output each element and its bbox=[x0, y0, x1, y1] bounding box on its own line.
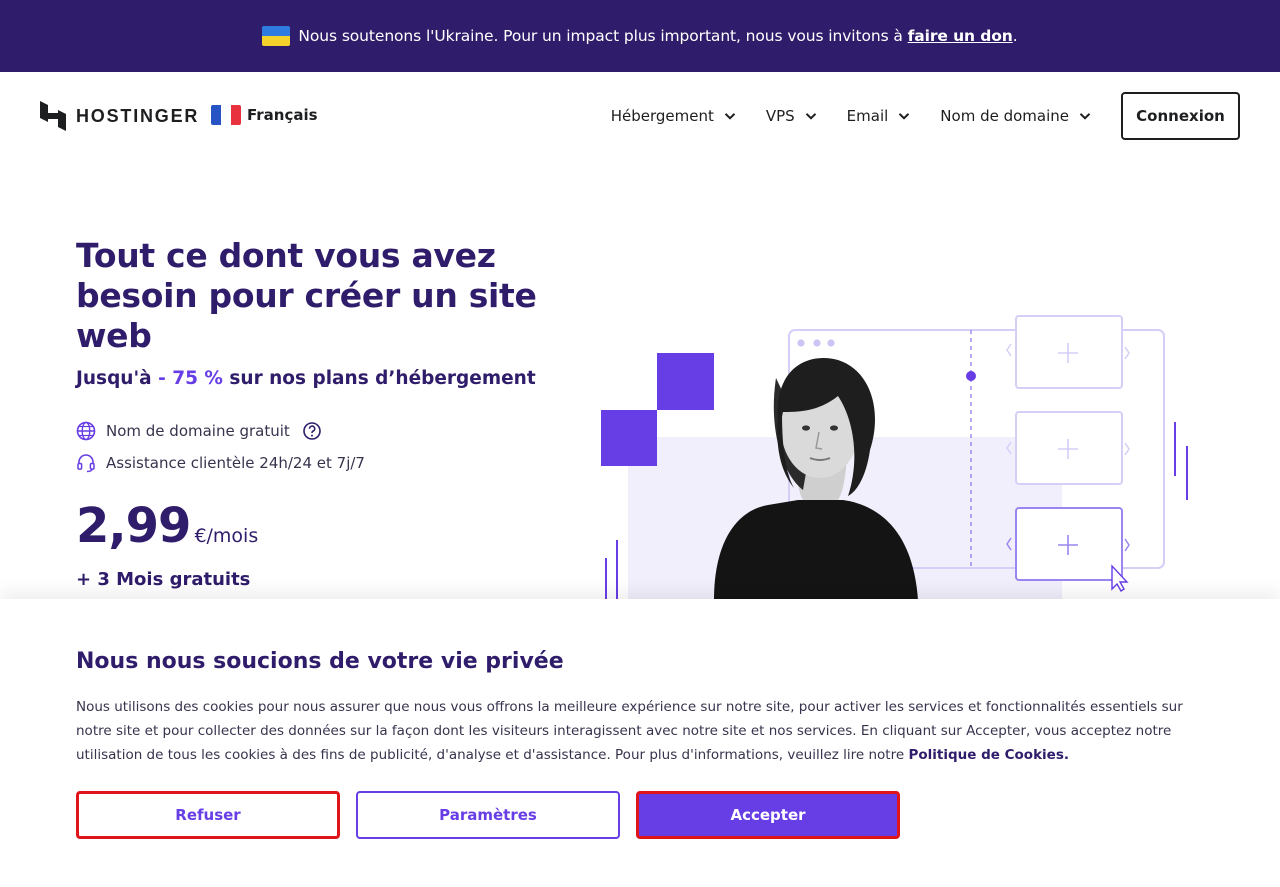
france-flag-icon bbox=[211, 105, 241, 125]
ukraine-flag-icon bbox=[262, 26, 291, 46]
site-header: HOSTINGER Français Hébergement VPS Email… bbox=[0, 72, 1280, 160]
price-amount: 2,99 bbox=[76, 498, 191, 554]
purple-square bbox=[657, 353, 714, 410]
subtitle-prefix: Jusqu'à bbox=[76, 368, 152, 389]
nav-vps-label: VPS bbox=[765, 107, 795, 125]
discount-text: - 75 % bbox=[158, 368, 223, 389]
help-circle-icon[interactable] bbox=[302, 421, 322, 441]
nav-hosting-label: Hébergement bbox=[610, 107, 714, 125]
hostinger-logo[interactable]: HOSTINGER bbox=[40, 101, 199, 131]
nav-vps[interactable]: VPS bbox=[766, 107, 817, 125]
subtitle-suffix: sur nos plans d’hébergement bbox=[229, 368, 536, 389]
bonus-text: + 3 Mois gratuits bbox=[76, 569, 251, 590]
hero-subtitle: Jusqu'à - 75 % sur nos plans d’hébergeme… bbox=[76, 368, 536, 389]
feature-label: Assistance clientèle 24h/24 et 7j/7 bbox=[106, 454, 365, 472]
layout-card bbox=[1015, 411, 1123, 485]
hostinger-logo-icon bbox=[40, 101, 66, 131]
layout-card bbox=[1015, 507, 1123, 581]
language-selector[interactable]: Français bbox=[211, 105, 318, 125]
nav-email[interactable]: Email bbox=[847, 107, 911, 125]
banner-text: Nous soutenons l'Ukraine. Pour un impact… bbox=[298, 27, 903, 45]
hero-illustration bbox=[601, 315, 1188, 600]
language-label: Français bbox=[247, 106, 318, 124]
ukraine-banner: Nous soutenons l'Ukraine. Pour un impact… bbox=[0, 0, 1280, 72]
main-nav: Hébergement VPS Email Nom de domaine Con… bbox=[611, 92, 1240, 140]
brand-name: HOSTINGER bbox=[76, 105, 200, 126]
purple-square bbox=[601, 410, 657, 466]
feature-label: Nom de domaine gratuit bbox=[106, 422, 290, 440]
nav-email-label: Email bbox=[846, 107, 889, 125]
chevron-down-icon bbox=[805, 113, 816, 120]
cookie-title: Nous nous soucions de votre vie privée bbox=[76, 649, 564, 674]
hero-title: Tout ce dont vous avez besoin pour créer… bbox=[76, 236, 537, 355]
banner-end: . bbox=[1012, 27, 1018, 45]
chevron-down-icon bbox=[724, 113, 736, 120]
chevron-down-icon bbox=[1079, 113, 1091, 120]
donate-link[interactable]: faire un don bbox=[908, 27, 1013, 45]
settings-button[interactable]: Paramètres bbox=[356, 791, 620, 839]
cookie-policy-link[interactable]: Politique de Cookies. bbox=[908, 747, 1069, 763]
price-unit: €/mois bbox=[194, 525, 259, 547]
feature-support: Assistance clientèle 24h/24 et 7j/7 bbox=[76, 453, 365, 473]
nav-domain[interactable]: Nom de domaine bbox=[940, 107, 1091, 125]
feature-free-domain: Nom de domaine gratuit bbox=[76, 421, 322, 441]
price: 2,99 €/mois bbox=[76, 498, 258, 554]
chevron-down-icon bbox=[899, 113, 910, 120]
nav-domain-label: Nom de domaine bbox=[940, 107, 1069, 125]
cookie-description: Nous utilisons des cookies pour nous ass… bbox=[76, 695, 1206, 767]
login-button[interactable]: Connexion bbox=[1121, 92, 1240, 140]
layout-card bbox=[1015, 315, 1123, 389]
refuse-button[interactable]: Refuser bbox=[76, 791, 340, 839]
cookie-consent-panel: Nous nous soucions de votre vie privée N… bbox=[0, 599, 1280, 887]
accept-button[interactable]: Accepter bbox=[636, 791, 900, 839]
headset-icon bbox=[77, 454, 95, 473]
nav-hosting[interactable]: Hébergement bbox=[611, 107, 736, 125]
globe-icon bbox=[76, 421, 96, 441]
